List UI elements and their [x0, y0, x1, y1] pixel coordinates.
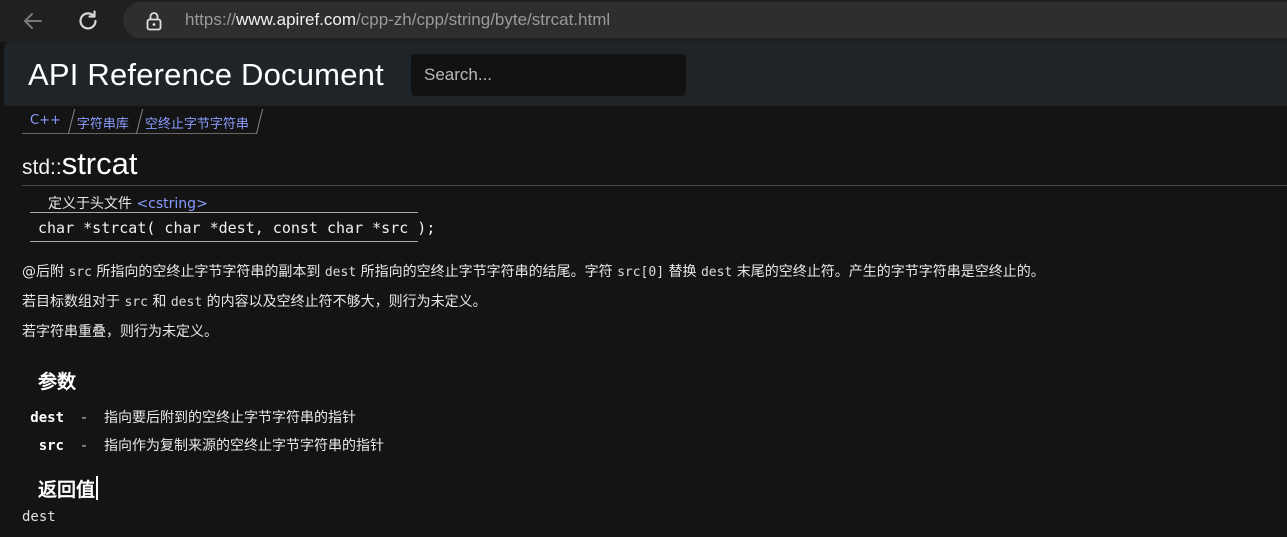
url-scheme: https:// — [185, 10, 237, 29]
param-row: src - 指向作为复制来源的空终止字节字符串的指针 — [22, 435, 384, 455]
breadcrumb-label: 空终止字节字符串 — [144, 117, 249, 132]
inline-code: dest — [170, 295, 203, 310]
search-input[interactable] — [411, 54, 686, 96]
param-row: dest - 指向要后附到的空终止字节字符串的指针 — [22, 407, 356, 427]
url-host: www.apiref.com — [236, 10, 357, 29]
description-text: @后附 — [22, 264, 69, 280]
header-link[interactable]: <cstring> — [136, 196, 207, 212]
inline-code: src — [124, 295, 148, 310]
text-cursor — [96, 476, 99, 500]
url-text[interactable]: https://www.apiref.com/cpp-zh/cpp/string… — [185, 10, 610, 30]
return-value: dest — [22, 509, 56, 525]
breadcrumb-item-null-terminated-byte-strings[interactable]: 空终止字节字符串 — [136, 107, 264, 134]
title-divider — [22, 185, 1287, 186]
defined-in-header: 定义于头文件 <cstring> — [48, 193, 208, 213]
return-value-heading: 返回值 — [38, 475, 99, 502]
breadcrumb-item-cpp[interactable]: C++ — [22, 107, 75, 134]
breadcrumb: C++ 字符串库 空终止字节字符串 — [22, 107, 264, 134]
breadcrumb-item-strings-library[interactable]: 字符串库 — [68, 107, 144, 134]
description-text: 的内容以及空终止符不够大，则行为未定义。 — [202, 294, 487, 310]
description-line-1: @后附 src 所指向的空终止字节字符串的副本到 dest 所指向的空终止字节字… — [22, 261, 1045, 281]
param-dash: - — [81, 438, 87, 454]
browser-toolbar: https://www.apiref.com/cpp-zh/cpp/string… — [0, 0, 1287, 42]
site-header: API Reference Document — [4, 42, 1287, 106]
param-name: src — [38, 438, 64, 454]
return-heading-text: 返回值 — [38, 479, 96, 501]
address-bar[interactable]: https://www.apiref.com/cpp-zh/cpp/string… — [123, 2, 1287, 38]
defined-in-label: 定义于头文件 — [48, 196, 132, 212]
breadcrumb-label: C++ — [30, 113, 61, 128]
description-text: 若目标数组对于 — [22, 294, 125, 310]
description-text: 所指向的空终止字节字符串的结尾。字符 — [356, 264, 618, 280]
parameters-heading: 参数 — [38, 371, 77, 393]
inline-code: dest — [700, 265, 733, 280]
title-namespace: std:: — [22, 156, 62, 179]
title-function-name: strcat — [61, 146, 138, 181]
declaration-divider-top — [30, 212, 418, 213]
inline-code: src — [68, 265, 92, 280]
reload-button[interactable] — [73, 6, 103, 36]
url-path: /cpp-zh/cpp/string/byte/strcat.html — [356, 10, 611, 29]
description-text: 替换 — [664, 264, 701, 280]
param-name: dest — [30, 410, 64, 426]
description-line-2: 若目标数组对于 src 和 dest 的内容以及空终止符不够大，则行为未定义。 — [22, 291, 487, 311]
param-dash: - — [81, 410, 87, 426]
page-title: std::strcat — [22, 146, 137, 182]
inline-code: dest — [324, 265, 357, 280]
declaration-divider-bottom — [30, 241, 418, 242]
function-signature: char *strcat( char *dest, const char *sr… — [38, 219, 436, 237]
lock-icon[interactable] — [145, 11, 163, 31]
param-description: 指向作为复制来源的空终止字节字符串的指针 — [104, 438, 384, 454]
reload-icon — [79, 10, 97, 30]
description-text: 末尾的空终止符。产生的字节字符串是空终止的。 — [732, 264, 1045, 280]
description-line-3: 若字符串重叠，则行为未定义。 — [22, 324, 218, 340]
inline-code: src[0] — [617, 265, 665, 280]
site-title[interactable]: API Reference Document — [28, 57, 384, 93]
back-button[interactable] — [18, 6, 48, 36]
breadcrumb-separator — [255, 109, 264, 134]
param-description: 指向要后附到的空终止字节字符串的指针 — [104, 410, 356, 426]
description-text: 所指向的空终止字节字符串的副本到 — [91, 264, 325, 280]
breadcrumb-label: 字符串库 — [76, 117, 129, 132]
description-text: 和 — [147, 294, 171, 310]
arrow-left-icon — [24, 13, 42, 29]
